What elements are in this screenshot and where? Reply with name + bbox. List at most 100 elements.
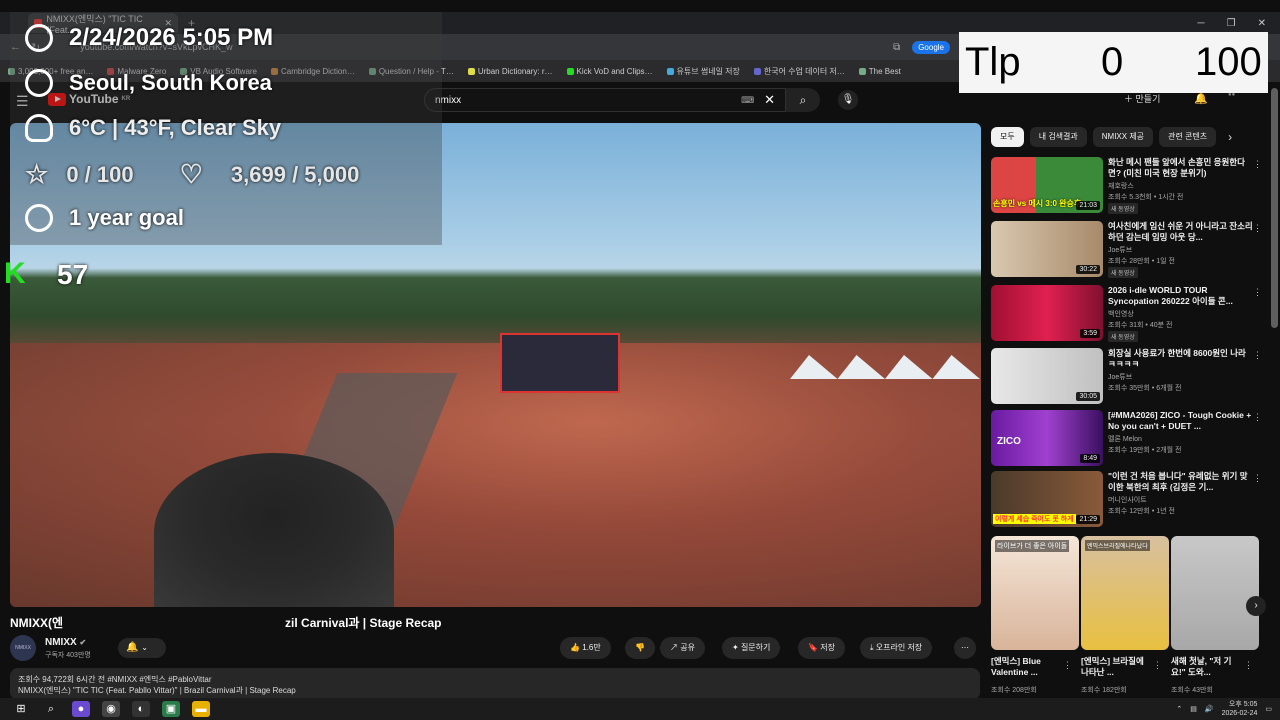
new-badge: 새 동영상 <box>1108 203 1138 214</box>
scrollbar[interactable] <box>1271 88 1278 328</box>
app-icon[interactable]: ▣ <box>162 701 180 717</box>
recommendation-thumbnail: ZICO 8:49 <box>991 410 1103 466</box>
subscriber-count: 구독자 403만명 <box>45 652 91 659</box>
app-icon[interactable]: ● <box>72 701 90 717</box>
short-views: 조회수 43만회 <box>1171 687 1213 694</box>
chip-related[interactable]: 관련 콘텐츠 <box>1159 127 1217 147</box>
notification-icon[interactable]: ▭ <box>1265 705 1272 713</box>
channel-name[interactable]: NMIXX ✔ <box>45 637 86 648</box>
minimize-icon[interactable]: ─ <box>1198 18 1205 29</box>
bookmark-7[interactable]: 유튜브 썸네일 저장 <box>666 66 740 77</box>
heart-icon: ♡ <box>179 159 203 189</box>
subscribe-bell-button[interactable]: 🔔 ⌄ <box>118 638 166 658</box>
recommendation-item[interactable]: 30:05 회장실 사용료가 한번에 8600원인 나라ㅋㅋㅋㅋ Joe튜브 조… <box>991 348 1263 406</box>
description-stats: 조회수 94,722회 6시간 전 #NMIXX #엔믹스 #PabloVitt… <box>18 675 212 684</box>
kick-logo: K <box>4 257 26 290</box>
recommendation-item[interactable]: 손흥민 vs 메시 3:0 완승후 21:03 화난 메시 팬들 앞에서 손흥민… <box>991 157 1263 215</box>
short-title[interactable]: [엔믹스] 브라질에 나타난 ... <box>1081 656 1153 678</box>
create-button[interactable]: ＋ 만들기 <box>1124 92 1160 105</box>
google-button[interactable]: Google <box>912 40 950 54</box>
more-options-icon[interactable]: ⋮ <box>1253 287 1262 298</box>
short-views: 조회수 208만회 <box>991 687 1037 694</box>
bookmark-5[interactable]: Urban Dictionary: r… <box>467 67 553 76</box>
network-icon[interactable]: ▤ <box>1190 705 1197 713</box>
more-options-icon[interactable]: ⋮ <box>1253 223 1262 234</box>
chevron-right-icon[interactable]: › <box>1228 130 1232 144</box>
more-options-icon[interactable]: ⋮ <box>1063 660 1072 671</box>
globe-icon <box>25 69 53 97</box>
more-options-icon[interactable]: ⋮ <box>1253 473 1262 484</box>
search-input[interactable]: nmixx ⌨ ✕ <box>424 88 786 112</box>
clear-search-icon[interactable]: ✕ <box>764 92 775 108</box>
recommendation-item[interactable]: 이렇게 세습 죽어도 못 하게 21:29 "이런 건 처음 봅니다" 유례없는… <box>991 471 1263 529</box>
filter-chips: 모두 내 검색결과 NMIXX 제공 관련 콘텐츠 › <box>991 127 1232 147</box>
bookmark-6[interactable]: Kick VoD and Clips… <box>566 67 653 76</box>
description-box[interactable]: 조회수 94,722회 6시간 전 #NMIXX #엔믹스 #PabloVitt… <box>10 668 980 700</box>
bookmark-save-icon: 🔖 <box>808 643 818 652</box>
chrome-icon[interactable]: ◉ <box>102 701 120 717</box>
volume-icon[interactable]: 🔊 <box>1205 705 1214 713</box>
dislike-button[interactable]: 👎 <box>625 637 655 659</box>
tray-chevron-icon[interactable]: ⌃ <box>1176 705 1182 713</box>
sparkle-icon: ✦ <box>732 643 739 652</box>
short-thumbnail[interactable]: 엔믹스브라질에나타났다 <box>1081 536 1169 650</box>
share-button[interactable]: ↗ 공유 <box>660 637 705 659</box>
bookmark-8[interactable]: 한국어 수업 데이터 저… <box>753 66 845 77</box>
search-icon[interactable]: ⌕ <box>42 701 60 717</box>
short-views: 조회수 182만회 <box>1081 687 1127 694</box>
like-button[interactable]: 👍 1.6만 <box>560 637 611 659</box>
recommendation-item[interactable]: ZICO 8:49 [#MMA2026] ZICO - Tough Cookie… <box>991 410 1263 468</box>
channel-avatar[interactable]: NMIXX <box>10 635 36 661</box>
more-options-icon[interactable]: ⋮ <box>1253 159 1262 170</box>
app-icon[interactable]: ▬ <box>192 701 210 717</box>
more-options-icon[interactable]: ⋮ <box>1253 412 1262 423</box>
description-text: NMIXX(엔믹스) "TIC TIC (Feat. Pabllo Vittar… <box>18 686 296 695</box>
parade-truck <box>500 333 620 393</box>
chip-my-search[interactable]: 내 검색결과 <box>1029 127 1087 147</box>
bookmark-9[interactable]: The Best <box>858 67 901 76</box>
short-title[interactable]: 새해 첫날, "저 기요!" 도와... <box>1171 656 1243 678</box>
clock-icon <box>25 24 53 52</box>
tlp-counter: Tlp 0 100 <box>959 32 1268 93</box>
cast-icon[interactable]: ⧉ <box>893 42 900 53</box>
verified-icon: ✔ <box>79 638 87 647</box>
notifications-icon[interactable]: 🔔 <box>1194 92 1208 105</box>
overlay-location: Seoul, South Korea <box>25 69 272 97</box>
overlay-datetime: 2/24/2026 5:05 PM <box>25 24 273 52</box>
windows-start-icon[interactable]: ⊞ <box>12 701 30 717</box>
thumbs-up-icon: 👍 <box>570 643 580 652</box>
chip-from-nmixx[interactable]: NMIXX 제공 <box>1092 127 1154 147</box>
chip-all[interactable]: 모두 <box>991 127 1024 147</box>
bookmark-icon <box>666 67 674 75</box>
cloud-icon <box>25 114 53 142</box>
bell-icon: 🔔 <box>126 642 139 653</box>
channel-row: NMIXX NMIXX ✔ 구독자 403만명 🔔 ⌄ 👍 1.6만 👎 ↗ 공… <box>10 635 980 661</box>
overlay-goal: 1 year goal <box>25 204 184 232</box>
clock[interactable]: 오후 5:05 2026-02-24 <box>1222 700 1258 718</box>
more-options-icon[interactable]: ⋮ <box>1244 660 1253 671</box>
download-button[interactable]: ⤓ 오프라인 저장 <box>860 637 933 659</box>
keyboard-icon[interactable]: ⌨ <box>741 95 754 106</box>
maximize-icon[interactable]: ❐ <box>1227 18 1236 29</box>
chevron-down-icon: ⌄ <box>141 643 148 652</box>
shorts-next-icon[interactable]: › <box>1246 596 1266 616</box>
more-options-icon[interactable]: ⋮ <box>1153 660 1162 671</box>
ask-button[interactable]: ✦ 질문하기 <box>722 637 781 659</box>
short-thumbnail[interactable] <box>1171 536 1259 650</box>
window-close-icon[interactable]: ✕ <box>1258 18 1266 29</box>
more-options-icon[interactable]: ⋮ <box>1253 350 1262 361</box>
streamer-webcam <box>154 453 394 607</box>
short-title[interactable]: [엔믹스] Blue Valentine ... <box>991 656 1063 678</box>
app-icon[interactable]: ◐ <box>132 701 150 717</box>
short-thumbnail[interactable]: 라이브가 더 좋은 아이돌 <box>991 536 1079 650</box>
overlay-weather: 6°C | 43°F, Clear Sky <box>25 114 281 142</box>
recommendation-thumbnail: 손흥민 vs 메시 3:0 완승후 21:03 <box>991 157 1103 213</box>
voice-search-icon[interactable]: 🎙 <box>838 90 858 110</box>
avatar[interactable]: ●● <box>1228 92 1248 106</box>
recommendation-item[interactable]: 3:59 2026 i-dle WORLD TOUR Syncopation 2… <box>991 285 1263 343</box>
search-button[interactable]: ⌕ <box>786 88 820 112</box>
recommendation-item[interactable]: 30:22 여사친에게 임신 쉬운 거 아니라고 잔소리하던 감는데 임밍 아웃… <box>991 221 1263 279</box>
save-button[interactable]: 🔖 저장 <box>798 637 845 659</box>
recommendation-thumbnail: 30:05 <box>991 348 1103 404</box>
more-actions-button[interactable]: ⋯ <box>954 637 976 659</box>
